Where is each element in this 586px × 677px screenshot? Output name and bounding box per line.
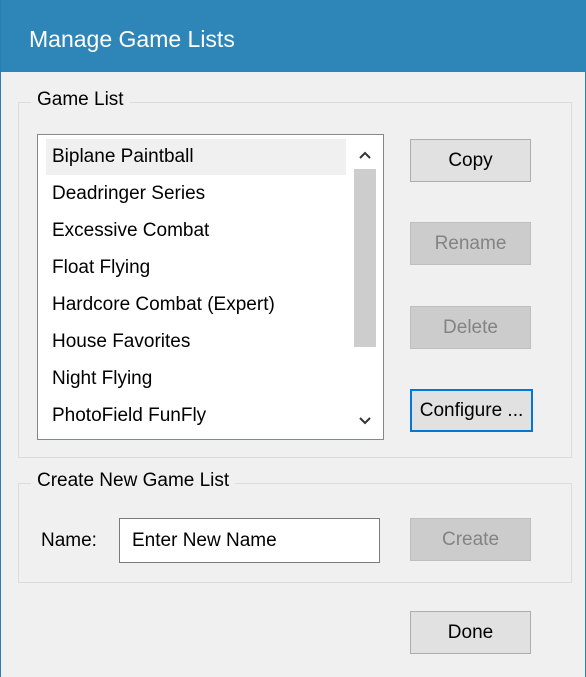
- configure-button[interactable]: Configure ...: [410, 389, 533, 432]
- list-item[interactable]: PhotoField FunFly: [46, 398, 346, 434]
- list-item[interactable]: Biplane Paintball: [46, 139, 346, 175]
- rename-button[interactable]: Rename: [410, 222, 531, 265]
- new-list-name-input[interactable]: [119, 518, 380, 563]
- list-item[interactable]: Excessive Combat: [46, 213, 346, 249]
- game-list-listbox[interactable]: Biplane Paintball Deadringer Series Exce…: [37, 134, 384, 440]
- list-scrollbar[interactable]: [347, 135, 383, 439]
- scroll-up-icon[interactable]: [347, 141, 383, 169]
- create-group-legend: Create New Game List: [31, 470, 236, 492]
- title-bar[interactable]: Manage Game Lists: [1, 0, 586, 72]
- delete-button[interactable]: Delete: [410, 306, 531, 349]
- done-button[interactable]: Done: [410, 611, 531, 654]
- manage-game-lists-dialog: Manage Game Lists Game List Biplane Pain…: [0, 0, 586, 677]
- list-item[interactable]: Deadringer Series: [46, 176, 346, 212]
- scroll-thumb[interactable]: [354, 169, 376, 347]
- name-label: Name:: [41, 530, 97, 551]
- scroll-down-icon[interactable]: [347, 407, 383, 435]
- list-item[interactable]: Float Flying: [46, 250, 346, 286]
- create-button[interactable]: Create: [410, 518, 531, 561]
- game-list-group-legend: Game List: [31, 89, 130, 111]
- list-item[interactable]: House Favorites: [46, 324, 346, 360]
- window-title: Manage Game Lists: [29, 26, 235, 52]
- list-item[interactable]: Hardcore Combat (Expert): [46, 287, 346, 323]
- list-item[interactable]: Night Flying: [46, 361, 346, 397]
- copy-button[interactable]: Copy: [410, 139, 531, 182]
